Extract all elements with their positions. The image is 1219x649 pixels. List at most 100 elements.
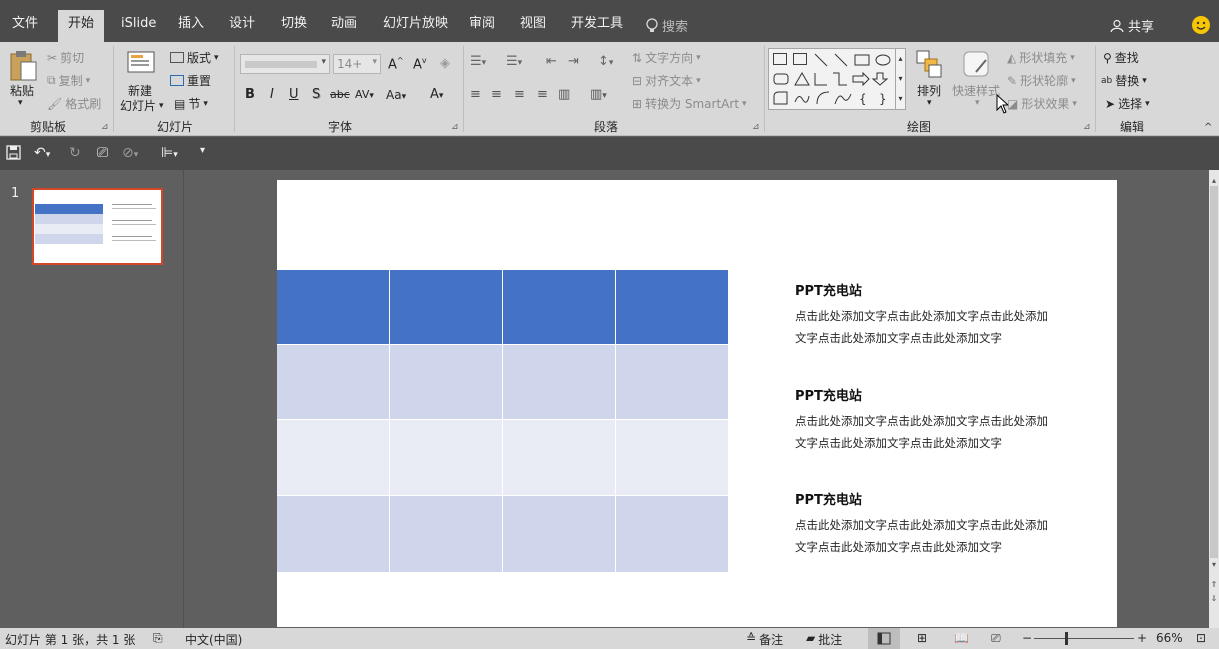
customize-qat-chevron-icon[interactable]: ▾ — [200, 145, 205, 156]
change-case-button[interactable]: Aa▾ — [386, 88, 406, 102]
item-body[interactable]: 点击此处添加文字点击此处添加文字点击此处添加 文字点击此处添加文字点击此处添加文… — [795, 410, 1075, 454]
new-slide-dropdown[interactable]: 幻灯片 ▾ — [120, 97, 164, 114]
slideshow-view-icon[interactable]: ⎚ — [991, 631, 1001, 646]
dialog-launcher-icon[interactable]: ⊿ — [101, 122, 109, 132]
increase-indent-icon[interactable]: ⇥ — [568, 54, 579, 69]
dialog-launcher-icon[interactable]: ⊿ — [451, 122, 459, 132]
previous-slide-icon[interactable]: ⇑ — [1209, 580, 1219, 592]
paste-button[interactable]: 粘贴 — [10, 82, 34, 99]
collapse-ribbon-chevron-icon[interactable]: ^ — [1204, 122, 1212, 133]
font-color-button[interactable]: A▾ — [430, 87, 443, 102]
align-icon[interactable]: ⊫▾ — [161, 145, 178, 161]
next-slide-icon[interactable]: ⇓ — [1209, 594, 1219, 606]
tab-slideshow[interactable]: 幻灯片放映 — [373, 10, 458, 42]
distributed-icon[interactable]: ▥ — [558, 87, 570, 102]
item-title[interactable]: PPT充电站 — [795, 385, 862, 404]
shape-fill-button[interactable]: ◭ 形状填充 ▾ — [1007, 49, 1075, 66]
basic-shapes-icon[interactable] — [773, 71, 899, 87]
text-direction-button[interactable]: ⇅ 文字方向 ▾ — [632, 49, 701, 66]
tab-animations[interactable]: 动画 — [321, 10, 367, 42]
tab-home[interactable]: 开始 — [58, 10, 105, 42]
table[interactable] — [277, 270, 728, 572]
reading-view-icon[interactable]: 📖 — [954, 631, 969, 645]
font-size-combobox[interactable]: 14+ ▾ — [333, 54, 381, 74]
smiley-feedback-icon[interactable] — [1192, 16, 1210, 34]
vertical-scrollbar[interactable]: ▴ ▾ ⇑ ⇓ — [1209, 170, 1219, 628]
decrease-indent-icon[interactable]: ⇤ — [546, 54, 557, 69]
redo-icon[interactable]: ↻ — [69, 145, 81, 161]
undo-icon[interactable]: ↶▾ — [34, 145, 50, 161]
table-header-cell[interactable] — [503, 270, 616, 345]
more-shapes-icon[interactable]: {} — [773, 90, 899, 106]
tab-islide[interactable]: iSlide — [111, 10, 166, 42]
table-header-cell[interactable] — [390, 270, 503, 345]
line-spacing-icon[interactable]: ↕▾ — [598, 54, 613, 69]
item-body[interactable]: 点击此处添加文字点击此处添加文字点击此处添加 文字点击此处添加文字点击此处添加文… — [795, 514, 1075, 558]
grow-font-icon[interactable]: A^ — [388, 56, 404, 72]
vertical-textbox-shape-icon[interactable] — [793, 53, 807, 65]
textbox-shape-icon[interactable] — [773, 53, 787, 65]
start-slideshow-icon[interactable]: ⎚ — [97, 145, 108, 161]
table-cell[interactable] — [277, 420, 390, 496]
zoom-slider[interactable] — [1034, 638, 1134, 639]
accessibility-check-icon[interactable]: ⎘ — [153, 631, 163, 646]
item-body[interactable]: 点击此处添加文字点击此处添加文字点击此处添加 文字点击此处添加文字点击此处添加文… — [795, 305, 1075, 349]
scrollbar-thumb[interactable] — [1210, 186, 1218, 558]
table-header-cell[interactable] — [277, 270, 390, 345]
comments-button[interactable]: ▰ 批注 — [806, 631, 842, 648]
select-button[interactable]: ➤ 选择 ▾ — [1105, 95, 1150, 112]
shape-effects-button[interactable]: ◪ 形状效果 ▾ — [1007, 95, 1077, 112]
save-icon[interactable] — [6, 145, 21, 164]
line-shapes-icon[interactable] — [813, 52, 903, 68]
tab-transitions[interactable]: 切换 — [271, 10, 317, 42]
tab-insert[interactable]: 插入 — [168, 10, 214, 42]
find-button[interactable]: ⚲ 查找 — [1103, 49, 1139, 66]
tab-design[interactable]: 设计 — [219, 10, 265, 42]
justify-icon[interactable]: ≡ — [537, 87, 548, 102]
table-cell[interactable] — [390, 420, 503, 496]
table-cell[interactable] — [390, 345, 503, 420]
cut-button[interactable]: ✂ 剪切 — [47, 49, 84, 66]
table-cell[interactable] — [277, 345, 390, 420]
paste-dropdown-chevron-icon[interactable]: ▾ — [18, 98, 23, 108]
underline-button[interactable]: U — [289, 87, 299, 102]
share-button[interactable]: 共享 — [1110, 16, 1154, 35]
slide-thumbnail[interactable] — [32, 188, 163, 265]
item-title[interactable]: PPT充电站 — [795, 280, 862, 299]
shadow-button[interactable]: S — [312, 87, 320, 102]
language-status[interactable]: 中文(中国) — [185, 631, 242, 648]
tab-developer[interactable]: 开发工具 — [561, 10, 633, 42]
align-left-icon[interactable]: ≡ — [470, 87, 481, 102]
table-cell[interactable] — [616, 496, 728, 572]
notes-button[interactable]: ≙ 备注 — [746, 631, 783, 648]
dialog-launcher-icon[interactable]: ⊿ — [752, 122, 760, 132]
font-name-combobox[interactable]: ▾ — [240, 54, 330, 74]
numbering-icon[interactable]: ☰▾ — [506, 54, 522, 69]
tab-view[interactable]: 视图 — [510, 10, 556, 42]
align-text-button[interactable]: ⊟ 对齐文本 ▾ — [632, 72, 701, 89]
table-cell[interactable] — [616, 420, 728, 496]
replace-button[interactable]: ab 替换 ▾ — [1101, 72, 1147, 89]
table-header-cell[interactable] — [616, 270, 728, 345]
shrink-font-icon[interactable]: Av — [413, 56, 427, 72]
arrange-dropdown-chevron-icon[interactable]: ▾ — [927, 98, 932, 108]
table-cell[interactable] — [616, 345, 728, 420]
convert-smartart-button[interactable]: ⊞ 转换为 SmartArt ▾ — [632, 95, 747, 112]
slide[interactable]: PPT充电站 点击此处添加文字点击此处添加文字点击此处添加 文字点击此处添加文字… — [277, 180, 1117, 627]
zoom-slider-thumb[interactable] — [1065, 632, 1068, 645]
dialog-launcher-icon[interactable]: ⊿ — [1083, 122, 1091, 132]
fit-to-window-icon[interactable]: ⊡ — [1196, 631, 1206, 645]
italic-button[interactable]: I — [270, 87, 274, 102]
quick-styles-dropdown-chevron-icon[interactable]: ▾ — [975, 98, 980, 108]
columns-icon[interactable]: ▥▾ — [590, 87, 607, 102]
zoom-in-button[interactable]: + — [1137, 631, 1147, 645]
align-center-icon[interactable]: ≡ — [491, 87, 502, 102]
table-cell[interactable] — [277, 496, 390, 572]
shapes-gallery[interactable]: {} ▴ ▾ ▾ — [768, 48, 906, 110]
table-cell[interactable] — [503, 496, 616, 572]
layout-button[interactable]: 版式 ▾ — [170, 49, 219, 66]
align-right-icon[interactable]: ≡ — [514, 87, 525, 102]
clear-format-icon[interactable]: ◈ — [440, 56, 450, 71]
shape-outline-button[interactable]: ✎ 形状轮廓 ▾ — [1007, 72, 1076, 89]
zoom-level[interactable]: 66% — [1156, 631, 1183, 645]
